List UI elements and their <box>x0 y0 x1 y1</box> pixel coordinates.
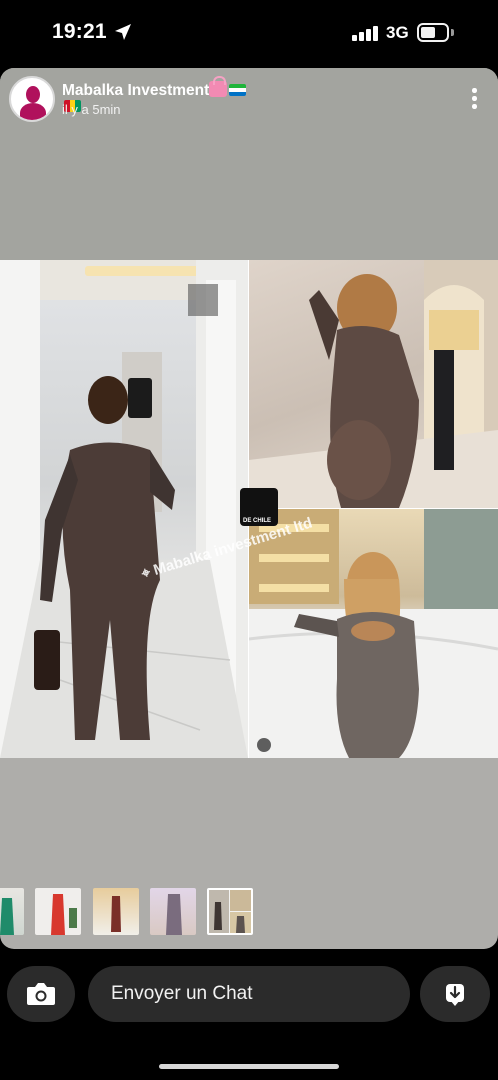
reply-icon <box>446 984 464 1006</box>
status-bar: 19:21 3G <box>0 0 498 68</box>
photo-lounge-pose <box>249 509 498 758</box>
home-indicator <box>159 1064 339 1069</box>
post-time: il y a 5min <box>62 102 121 117</box>
status-time: 19:21 <box>52 20 107 43</box>
story-thumbnail[interactable] <box>35 888 81 935</box>
avatar[interactable] <box>9 76 55 122</box>
story-thumbnail-current[interactable] <box>207 888 253 935</box>
story-viewer[interactable]: Mabalka Investment il y a 5min DE CHILE … <box>0 68 498 949</box>
story-image: DE CHILE ⌖ Mabalka investment ltd <box>0 260 498 758</box>
photo-hallway-pose <box>249 260 498 508</box>
more-options-button[interactable] <box>466 86 482 112</box>
camera-icon <box>27 983 55 1005</box>
network-type: 3G <box>386 23 409 42</box>
chat-input[interactable]: Envoyer un Chat <box>88 966 410 1022</box>
camera-button[interactable] <box>7 966 75 1022</box>
reply-button[interactable] <box>420 966 490 1022</box>
person-icon <box>257 738 271 752</box>
watermark-logo-label: DE CHILE <box>243 518 272 524</box>
more-vertical-icon <box>472 88 477 93</box>
chat-placeholder: Envoyer un Chat <box>111 983 253 1004</box>
account-name-text: Mabalka Investment <box>62 82 210 99</box>
battery-icon <box>417 23 449 42</box>
story-thumbnail[interactable] <box>150 888 196 935</box>
story-thumbnails <box>0 888 498 936</box>
story-thumbnail[interactable] <box>93 888 139 935</box>
battery-cap <box>451 29 454 36</box>
story-thumbnail[interactable] <box>0 888 24 935</box>
shopping-bag-icon <box>209 76 228 97</box>
signal-icon <box>352 25 378 41</box>
flag-sierra-leone-icon <box>229 84 247 96</box>
location-arrow-icon <box>115 24 131 40</box>
photo-mirror-selfie <box>0 260 248 758</box>
